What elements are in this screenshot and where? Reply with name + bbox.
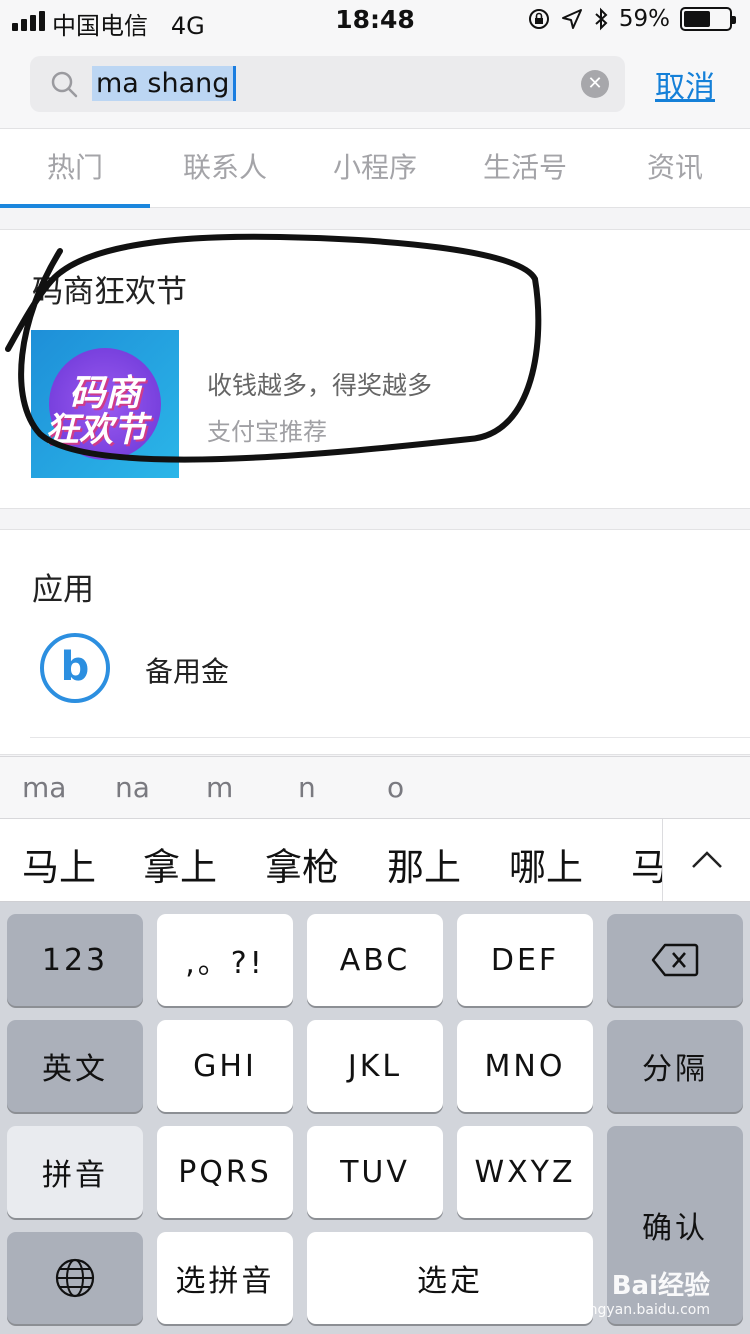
key-tuv[interactable]: TUV [307,1126,443,1218]
pinyin-keyboard: 123 ,。?! ABC DEF 英文 GHI JKL MNO 分隔 拼音 PQ… [0,902,750,1334]
candidate-word[interactable]: 拿枪 [265,837,339,891]
search-header: ma shang ✕ 取消 [0,40,750,128]
key-abc[interactable]: ABC [307,914,443,1006]
key-punctuation[interactable]: ,。?! [157,914,293,1006]
search-icon [51,71,78,98]
key-pinyin[interactable]: 拼音 [7,1126,143,1218]
apps-section-title: 应用 [32,572,94,608]
search-query-text[interactable]: ma shang [92,66,237,101]
battery-icon [680,7,736,31]
search-input[interactable]: ma shang ✕ [30,56,625,112]
pinyin-option[interactable]: n [298,771,316,804]
apps-section: 应用 b 备用金 [0,529,750,755]
expand-candidates-button[interactable] [662,819,750,901]
cancel-button[interactable]: 取消 [655,62,715,106]
key-123[interactable]: 123 [7,914,143,1006]
b-logo-icon[interactable]: b [40,633,110,703]
app-item-name[interactable]: 备用金 [145,650,229,690]
key-select-pinyin[interactable]: 选拼音 [157,1232,293,1324]
key-wxyz[interactable]: WXYZ [457,1126,593,1218]
key-separator[interactable]: 分隔 [607,1020,743,1112]
baidu-jingyan-watermark: Bai经验 jingyan.baidu.com [580,1271,710,1318]
key-select-confirm[interactable]: 选定 [307,1232,593,1324]
candidate-bar: 马上 拿上 拿枪 那上 哪上 马 [0,818,750,902]
orientation-lock-icon [528,9,549,29]
backspace-icon [651,943,699,977]
candidate-word[interactable]: 马上 [22,837,96,891]
tab-mini-programs[interactable]: 小程序 [300,129,450,207]
key-english[interactable]: 英文 [7,1020,143,1112]
key-mno[interactable]: MNO [457,1020,593,1112]
candidate-word[interactable]: 拿上 [143,837,217,891]
pinyin-option[interactable]: na [115,771,150,804]
key-ghi[interactable]: GHI [157,1020,293,1112]
key-pqrs[interactable]: PQRS [157,1126,293,1218]
handdrawn-circle-annotation [5,233,542,463]
candidate-word[interactable]: 哪上 [509,837,583,891]
candidate-word[interactable]: 那上 [387,837,461,891]
tab-news[interactable]: 资讯 [600,129,750,207]
chevron-up-icon [692,851,722,868]
tab-contacts[interactable]: 联系人 [150,129,300,207]
pinyin-option[interactable]: ma [22,771,66,804]
location-icon [561,9,582,29]
category-tabs: 热门 联系人 小程序 生活号 资讯 [0,128,750,208]
backspace-button[interactable] [607,914,743,1006]
pinyin-options-strip: ma na m n o [0,756,750,818]
pinyin-option[interactable]: o [387,771,404,804]
clear-icon[interactable]: ✕ [581,70,609,98]
globe-icon [55,1258,95,1298]
globe-button[interactable] [7,1232,143,1324]
key-def[interactable]: DEF [457,914,593,1006]
battery-percent: 59% [618,6,670,32]
status-bar: 中国电信 4G 18:48 59% [0,0,750,40]
tab-hot[interactable]: 热门 [0,129,150,208]
tab-life-accounts[interactable]: 生活号 [450,129,600,207]
pinyin-option[interactable]: m [206,771,233,804]
key-jkl[interactable]: JKL [307,1020,443,1112]
bluetooth-icon [595,7,608,31]
